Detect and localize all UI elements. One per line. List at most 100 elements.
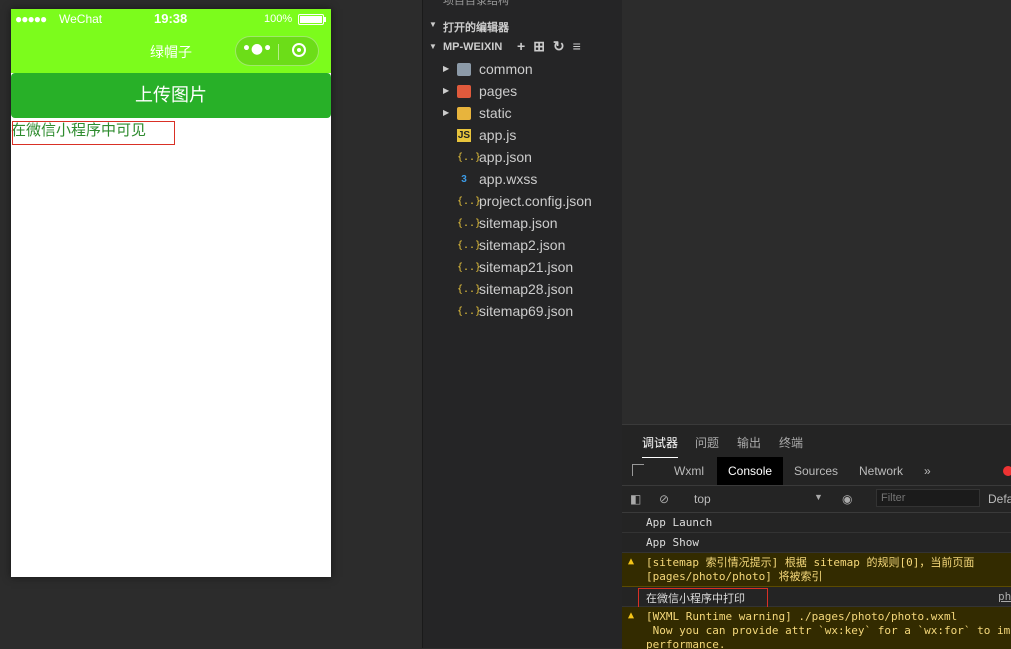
log-warning: ▲ [WXML Runtime warning] ./pages/photo/p… — [622, 607, 1011, 649]
tab-sources[interactable]: Sources — [794, 457, 838, 485]
log-text: App Show — [646, 536, 699, 549]
file-name: sitemap21.json — [479, 259, 574, 275]
tree-item-pages[interactable]: ▶ pages — [423, 81, 623, 103]
file-name: static — [479, 105, 512, 121]
json-icon: {..} — [457, 306, 482, 317]
battery-icon — [298, 14, 326, 25]
tree-item-common[interactable]: ▶ common — [423, 59, 623, 81]
tab-terminal[interactable]: 终端 — [779, 434, 803, 451]
error-badge — [1003, 466, 1011, 476]
phone-screen: ●●●●● WeChat 19:38 100% 绿帽子 •●• 上传图片 在微信… — [11, 9, 331, 577]
highlight-box — [12, 121, 175, 145]
file-name: project.config.json — [479, 193, 592, 209]
tab-console[interactable]: Console — [717, 457, 784, 485]
json-icon: {..} — [457, 262, 482, 273]
highlight-box — [638, 588, 768, 609]
status-bar: ●●●●● WeChat 19:38 100% — [11, 9, 331, 29]
explorer-header: 项目目录结构 — [443, 0, 509, 7]
tree-item-sitemap2[interactable]: {..} sitemap2.json — [423, 235, 623, 257]
explorer-toolbar[interactable]: +⊞↻≡ — [517, 38, 589, 55]
capsule-menu[interactable]: •●• — [235, 36, 319, 66]
status-time: 19:38 — [154, 11, 188, 26]
project-name: MP-WEIXIN — [443, 41, 503, 53]
file-name: sitemap28.json — [479, 281, 574, 297]
tree-item-sitemap21[interactable]: {..} sitemap21.json — [423, 257, 623, 279]
upload-image-button[interactable]: 上传图片 — [11, 73, 331, 118]
tab-output[interactable]: 输出 — [737, 434, 761, 451]
json-icon: {..} — [457, 196, 482, 207]
tree-item-sitemap69[interactable]: {..} sitemap69.json — [423, 301, 623, 323]
chevron-right-icon: ▶ — [443, 108, 450, 117]
log-text: App Launch — [646, 516, 713, 529]
css-icon: 3 — [461, 174, 467, 185]
file-name: app.json — [479, 149, 532, 165]
tab-debugger[interactable]: 调试器 — [642, 434, 679, 458]
new-file-icon[interactable]: + — [517, 38, 533, 54]
clear-console-icon[interactable]: ⊘ — [659, 492, 669, 506]
eye-icon[interactable]: ◉ — [842, 492, 852, 506]
more-tabs-icon[interactable]: » — [924, 457, 931, 485]
tab-wxml[interactable]: Wxml — [674, 457, 704, 485]
chevron-right-icon: ▶ — [443, 86, 450, 95]
file-name: sitemap.json — [479, 215, 558, 231]
file-name: sitemap69.json — [479, 303, 574, 319]
chevron-down-icon: ▼ — [429, 42, 437, 51]
json-icon: {..} — [457, 218, 482, 229]
log-entry: App Show — [622, 533, 1011, 553]
signal-icon: ●●●●● — [15, 12, 47, 26]
json-icon: {..} — [457, 284, 482, 295]
capsule-divider — [278, 44, 279, 60]
log-source-link[interactable]: photo — [998, 590, 1011, 603]
static-folder-icon — [457, 107, 471, 120]
warning-icon: ▲ — [628, 610, 635, 621]
pages-folder-icon — [457, 85, 471, 98]
log-levels-select[interactable]: Default — [988, 492, 1011, 506]
log-entry: App Launch — [622, 513, 1011, 533]
filter-input[interactable] — [876, 489, 980, 507]
context-select[interactable]: top — [694, 492, 711, 506]
tree-item-app-js[interactable]: JS app.js — [423, 125, 623, 147]
refresh-icon[interactable]: ↻ — [553, 38, 573, 54]
collapse-icon[interactable]: ≡ — [573, 38, 589, 54]
more-icon[interactable]: •●• — [236, 41, 278, 57]
file-name: pages — [479, 83, 518, 99]
tree-item-project-config[interactable]: {..} project.config.json — [423, 191, 623, 213]
log-text: [sitemap 索引情况提示] 根据 sitemap 的规则[0]，当前页面 … — [646, 556, 975, 583]
tree-item-sitemap[interactable]: {..} sitemap.json — [423, 213, 623, 235]
project-section[interactable]: ▼ MP-WEIXIN +⊞↻≡ — [423, 37, 623, 59]
sidebar-toggle-icon[interactable]: ◧ — [630, 492, 641, 506]
file-name: app.wxss — [479, 171, 538, 187]
js-icon: JS — [457, 129, 471, 142]
json-icon: {..} — [457, 152, 482, 163]
tab-problems[interactable]: 问题 — [695, 434, 719, 451]
file-name: sitemap2.json — [479, 237, 566, 253]
log-text: [WXML Runtime warning] ./pages/photo/pho… — [646, 610, 1011, 649]
chevron-down-icon: ▼ — [429, 20, 437, 29]
section-label: 打开的编辑器 — [443, 22, 509, 34]
tree-item-app-json[interactable]: {..} app.json — [423, 147, 623, 169]
log-warning: ▲ [sitemap 索引情况提示] 根据 sitemap 的规则[0]，当前页… — [622, 553, 1011, 587]
warning-icon: ▲ — [628, 556, 635, 567]
battery-percent: 100% — [264, 13, 293, 25]
debugger-panel: 调试器 问题 输出 终端 Wxml Console Sources Networ… — [622, 424, 1011, 649]
tree-item-sitemap28[interactable]: {..} sitemap28.json — [423, 279, 623, 301]
file-name: common — [479, 61, 533, 77]
new-folder-icon[interactable]: ⊞ — [533, 38, 553, 54]
tree-item-static[interactable]: ▶ static — [423, 103, 623, 125]
simulator-area: ●●●●● WeChat 19:38 100% 绿帽子 •●• 上传图片 在微信… — [0, 0, 421, 648]
json-icon: {..} — [457, 240, 482, 251]
chevron-down-icon[interactable]: ▼ — [814, 492, 823, 502]
chevron-right-icon: ▶ — [443, 64, 450, 73]
nav-bar: 绿帽子 •●• — [11, 29, 331, 73]
tree-item-app-wxss[interactable]: 3 app.wxss — [423, 169, 623, 191]
open-editors-section[interactable]: ▼ 打开的编辑器 — [423, 15, 623, 37]
close-miniprogram-icon[interactable] — [292, 43, 306, 57]
folder-icon — [457, 63, 471, 76]
inspect-element-icon[interactable] — [632, 464, 644, 476]
console-toolbar: ◧ ⊘ top ▼ ◉ Default — [622, 486, 1011, 513]
devtools-tabs: Wxml Console Sources Network » — [622, 457, 1011, 486]
file-explorer: 项目目录结构 ▼ 打开的编辑器 ▼ MP-WEIXIN +⊞↻≡ ▶ commo… — [422, 0, 623, 648]
carrier-name: WeChat — [59, 12, 103, 26]
panel-tabs: 调试器 问题 输出 终端 — [622, 425, 1011, 458]
tab-network[interactable]: Network — [859, 457, 903, 485]
